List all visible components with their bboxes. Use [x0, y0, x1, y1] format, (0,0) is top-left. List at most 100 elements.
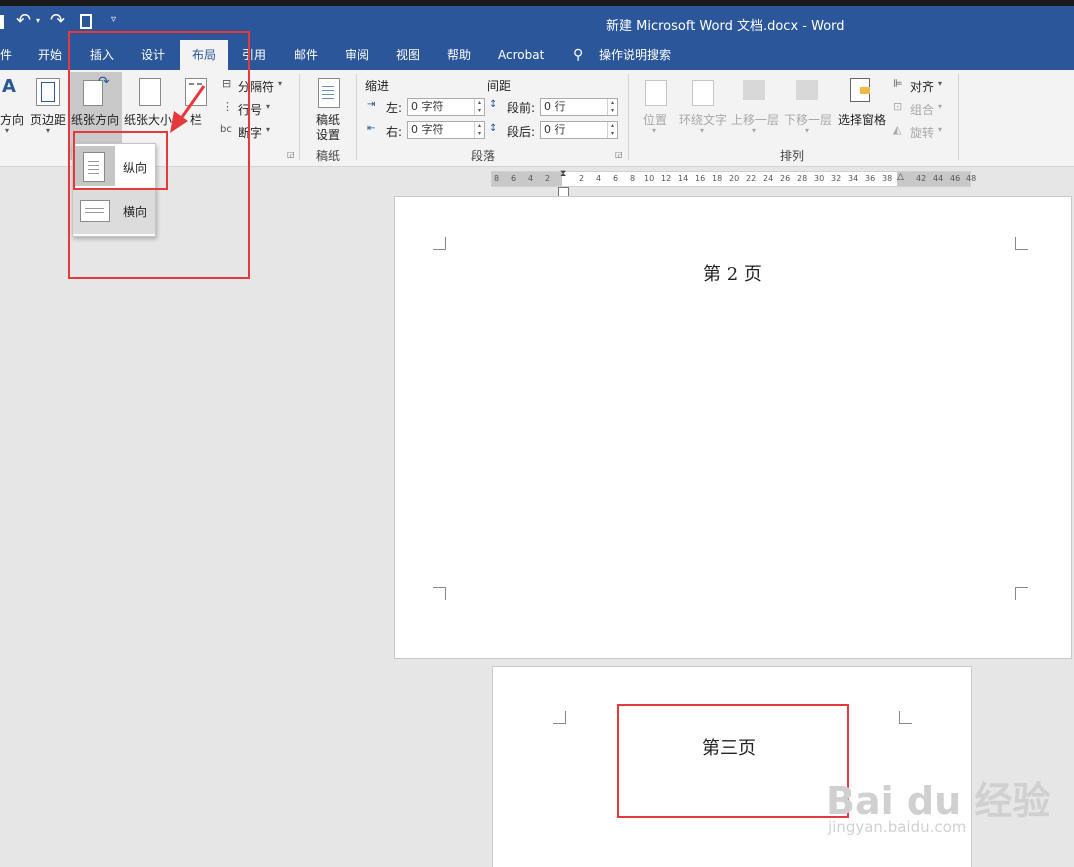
ruler-tick: 6: [613, 174, 619, 183]
customize-toolbar-icon[interactable]: ▿: [111, 14, 116, 25]
ruler-tick: 20: [729, 174, 740, 183]
ruler-tick: 8: [630, 174, 636, 183]
tab-file[interactable]: 件: [0, 40, 12, 70]
lightbulb-icon: ⚲: [573, 47, 584, 63]
selection-pane-icon[interactable]: [850, 78, 870, 102]
dialog-launcher-icon[interactable]: ◲: [615, 150, 623, 159]
indent-right-label: 右:: [386, 125, 403, 139]
tell-me-search[interactable]: 操作说明搜索: [599, 40, 671, 70]
chevron-down-icon: ▾: [266, 125, 271, 134]
page-2[interactable]: 第 2 页: [394, 196, 1072, 659]
rotate-icon: ◭: [893, 123, 902, 136]
undo-icon[interactable]: ↶: [16, 10, 31, 31]
tab-acrobat[interactable]: Acrobat: [498, 40, 544, 70]
page-2-text[interactable]: 第 2 页: [703, 260, 762, 286]
indent-heading: 缩进: [365, 79, 390, 93]
spacing-before-field[interactable]: 0 行 ▴ ▾: [540, 98, 618, 116]
redo-icon[interactable]: ↷: [50, 10, 65, 31]
chevron-down-icon: ▾: [938, 79, 943, 88]
ruler-tick: 24: [763, 174, 774, 183]
manuscript-icon[interactable]: [318, 78, 340, 108]
spacing-before-label: 段前:: [507, 101, 536, 115]
send-backward-icon: [796, 80, 818, 100]
indent-right-field[interactable]: 0 字符 ▴ ▾: [407, 121, 485, 139]
ruler-tick: 6: [511, 174, 517, 183]
tab-view[interactable]: 视图: [396, 40, 420, 70]
window-title: 新建 Microsoft Word 文档.docx - Word: [606, 19, 845, 34]
position-icon: [645, 80, 667, 106]
crop-mark: [1015, 587, 1028, 600]
group-separator: [958, 74, 959, 160]
ruler-tick: 22: [746, 174, 757, 183]
indent-marker-icon[interactable]: ⧗: [560, 169, 566, 179]
tab-help[interactable]: 帮助: [447, 40, 471, 70]
chevron-down-icon: ▾: [938, 102, 943, 111]
indent-left-field[interactable]: 0 字符 ▴ ▾: [407, 98, 485, 116]
chevron-down-icon: ▾: [700, 126, 705, 135]
wrap-text-icon: [692, 80, 714, 106]
indent-left-icon: ⇥: [367, 99, 376, 110]
chevron-down-icon: ▾: [46, 126, 51, 135]
ruler-tick: 30: [814, 174, 825, 183]
group-button[interactable]: 组合: [910, 101, 934, 118]
undo-dropdown-icon[interactable]: ▾: [36, 16, 40, 25]
print-preview-icon[interactable]: [80, 14, 92, 29]
ruler-tick: 14: [678, 174, 689, 183]
ruler-tick: 2: [579, 174, 585, 183]
ruler-tick: 4: [596, 174, 602, 183]
indent-left-label: 左:: [386, 101, 403, 115]
ruler-tick: 44: [933, 174, 944, 183]
ruler-tick: 26: [780, 174, 791, 183]
ruler-tick: 10: [644, 174, 655, 183]
annotation-arrow-icon: [170, 85, 206, 133]
chevron-down-icon: ▾: [5, 126, 10, 135]
manuscript-settings-line2[interactable]: 设置: [316, 126, 340, 143]
crop-mark: [899, 711, 912, 724]
ruler-tick: 16: [695, 174, 706, 183]
crop-mark: [1015, 237, 1028, 250]
spacing-after-field[interactable]: 0 行 ▴ ▾: [540, 121, 618, 139]
selection-pane-button[interactable]: 选择窗格: [838, 111, 886, 128]
chevron-down-icon: ▾: [278, 79, 283, 88]
ruler-tick: 38: [882, 174, 893, 183]
save-icon[interactable]: [0, 15, 4, 29]
chevron-down-icon: ▾: [752, 126, 757, 135]
dialog-launcher-icon[interactable]: ◲: [287, 150, 295, 159]
ruler-tick: 34: [848, 174, 859, 183]
right-indent-marker-icon[interactable]: △: [897, 172, 904, 182]
indent-right-icon: ⇤: [367, 123, 376, 134]
spacing-before-icon: ↕: [489, 99, 498, 110]
text-direction-icon[interactable]: A: [2, 76, 16, 97]
bring-forward-icon: [743, 80, 765, 100]
group-separator: [356, 74, 357, 160]
horizontal-ruler[interactable]: 8 6 4 2 ⧗ 2 4 6 8 10 12 14 16 18 20 22 2…: [491, 169, 976, 187]
group-icon: ⊡: [893, 100, 903, 113]
tab-review[interactable]: 审阅: [345, 40, 369, 70]
tab-home[interactable]: 开始: [38, 40, 62, 70]
ruler-tick: 12: [661, 174, 672, 183]
group-separator: [628, 74, 629, 160]
baidu-logo-watermark: Bai du 经验: [826, 779, 1051, 823]
paragraph-group-label: 段落: [471, 149, 496, 163]
chevron-down-icon: ▾: [938, 125, 943, 134]
baidu-url-watermark: jingyan.baidu.com: [828, 818, 967, 836]
margins-icon[interactable]: [36, 78, 60, 106]
annotation-box-portrait: [73, 131, 168, 190]
rotate-button[interactable]: 旋转: [910, 124, 934, 141]
crop-mark: [553, 711, 566, 724]
align-button[interactable]: 对齐: [910, 78, 934, 95]
ruler-tick: 32: [831, 174, 842, 183]
text-direction-button[interactable]: 方向: [0, 111, 24, 128]
ruler-tick: 42: [916, 174, 927, 183]
ruler-tick: 28: [797, 174, 808, 183]
spacing-after-icon: ↕: [489, 123, 498, 134]
annotation-box-page3: [617, 704, 849, 818]
tab-mailings[interactable]: 邮件: [294, 40, 318, 70]
ruler-left-margin: [492, 172, 562, 186]
align-icon: ⊫: [893, 77, 903, 90]
spacing-after-label: 段后:: [507, 125, 536, 139]
spacing-heading: 间距: [487, 79, 512, 93]
ruler-tick: 18: [712, 174, 723, 183]
ruler-tick: 4: [528, 174, 534, 183]
ruler-tick: 36: [865, 174, 876, 183]
